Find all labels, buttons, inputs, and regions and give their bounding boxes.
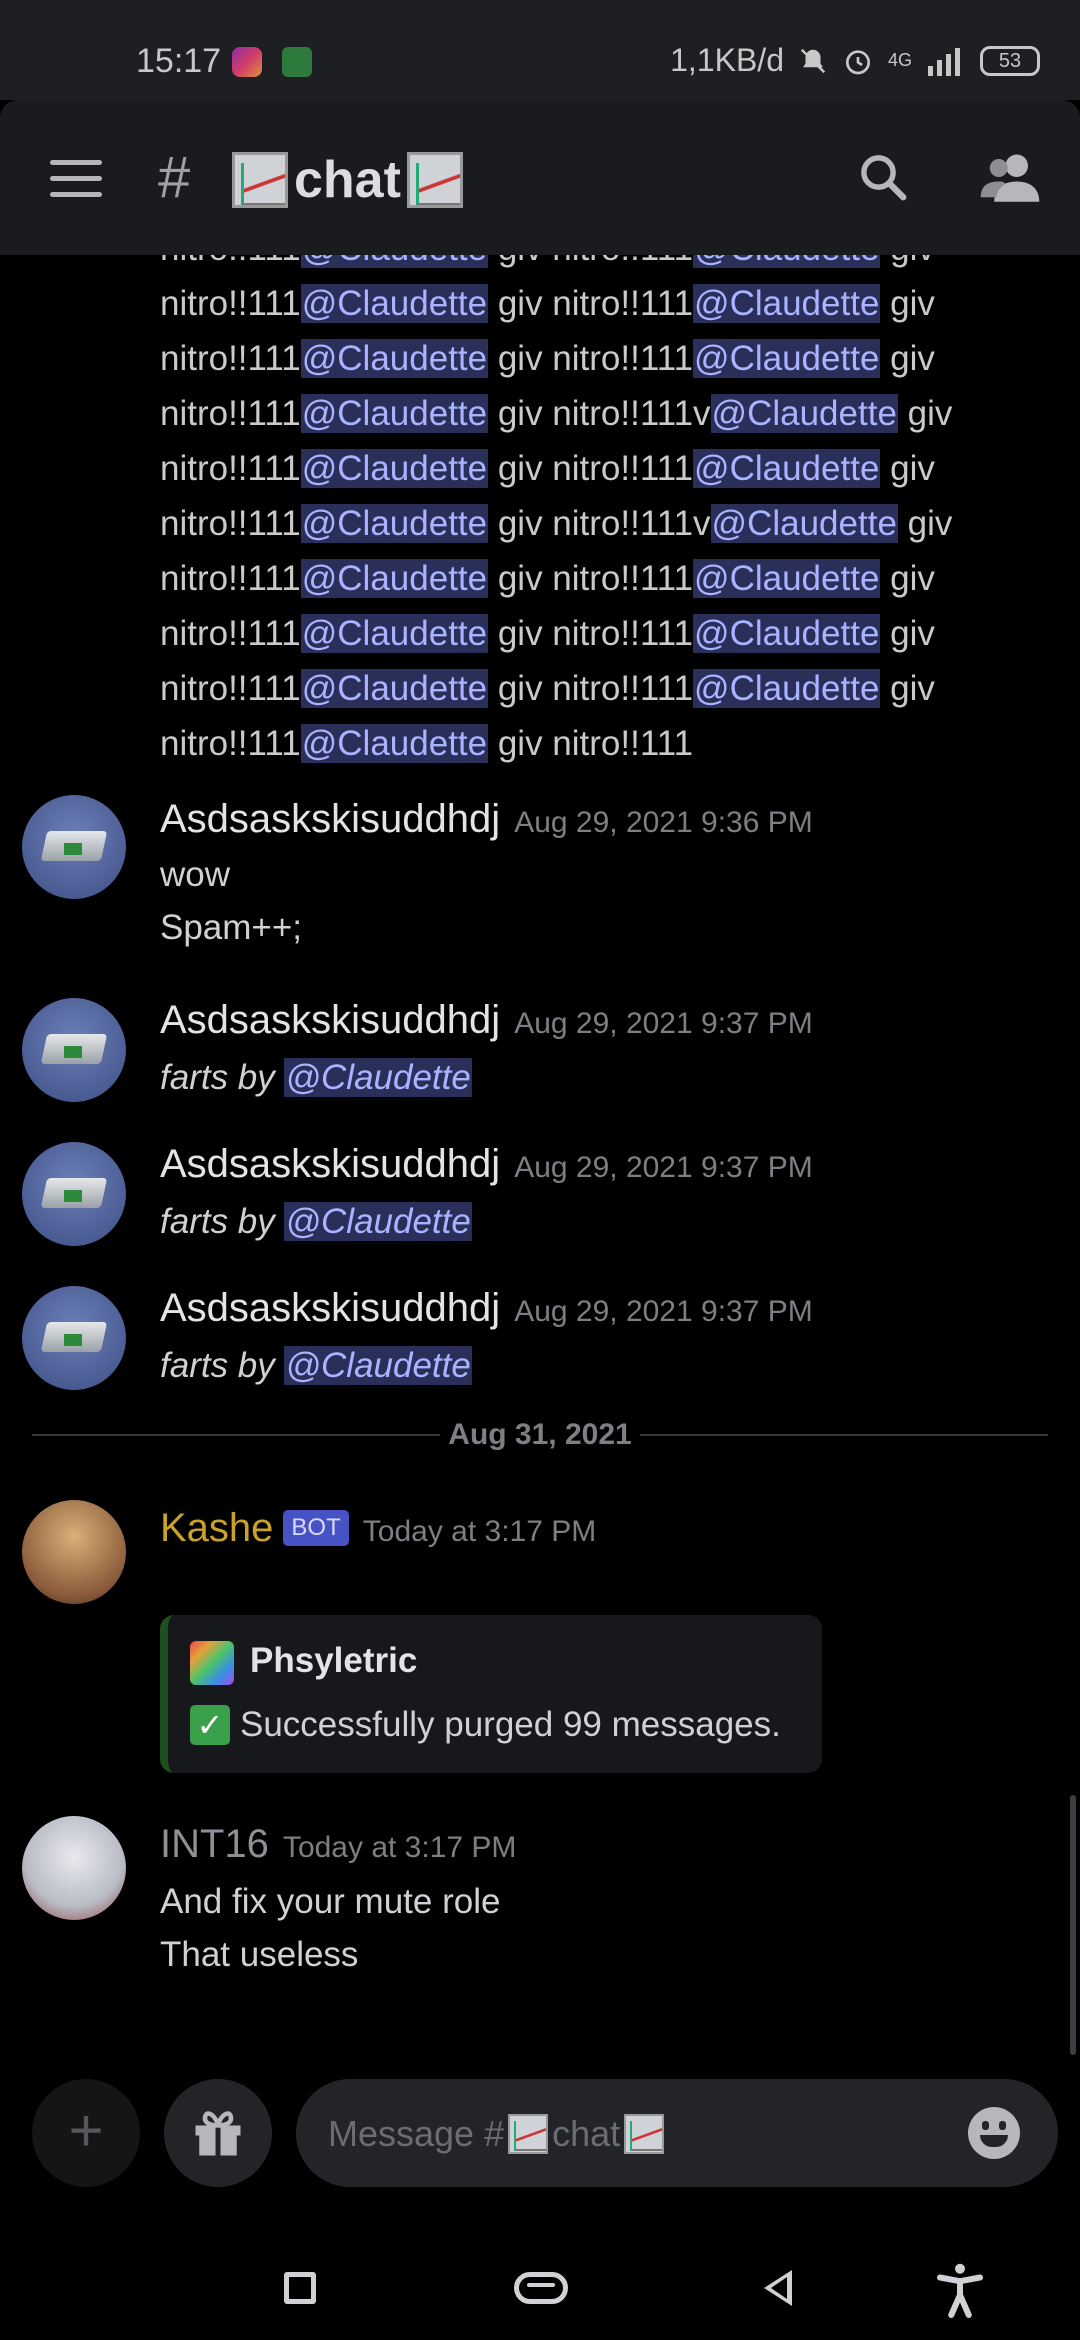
spam-line: nitro!!111@Claudette giv nitro!!111@Clau… bbox=[160, 669, 935, 708]
mute-icon bbox=[800, 48, 826, 73]
message-author[interactable]: Asdsaskskisuddhdj Aug 29, 2021 9:36 PM bbox=[160, 797, 813, 842]
spam-line: nitro!!111@Claudette giv nitro!!111@Clau… bbox=[160, 284, 935, 323]
message-text: And fix your mute role bbox=[160, 1882, 501, 1921]
message-timestamp: Today at 3:17 PM bbox=[362, 1515, 597, 1548]
message-author[interactable]: INT16 Today at 3:17 PM bbox=[160, 1822, 516, 1867]
emoji-picker-icon[interactable] bbox=[968, 2107, 1020, 2159]
chart-decreasing-emoji bbox=[624, 2114, 665, 2154]
spam-line: nitro!!111@Claudette giv nitro!!111@Clau… bbox=[160, 255, 935, 269]
message-author[interactable]: Asdsaskskisuddhdj Aug 29, 2021 9:37 PM bbox=[160, 998, 813, 1043]
status-indicators: 1,1KB/d 4G 53 bbox=[670, 42, 1040, 79]
menu-icon[interactable] bbox=[50, 160, 102, 198]
message-text: Spam++; bbox=[160, 908, 303, 947]
message-composer: + Message # chat bbox=[0, 2065, 1080, 2200]
channel-title[interactable]: chat bbox=[232, 150, 463, 210]
network-speed: 1,1KB/d bbox=[670, 42, 784, 78]
message-timestamp: Aug 29, 2021 9:37 PM bbox=[514, 1151, 813, 1184]
message-timestamp: Aug 29, 2021 9:37 PM bbox=[514, 1295, 813, 1328]
embed-title: Phsyletric bbox=[250, 1641, 418, 1680]
accessibility-icon[interactable] bbox=[930, 2260, 990, 2320]
avatar[interactable] bbox=[22, 1142, 126, 1246]
spam-line: nitro!!111@Claudette giv nitro!!111 bbox=[160, 724, 694, 763]
check-mark-icon: ✓ bbox=[190, 1705, 230, 1745]
home-icon[interactable] bbox=[514, 2272, 568, 2304]
spam-line: nitro!!111@Claudette giv nitro!!111@Clau… bbox=[160, 559, 935, 598]
recent-apps-icon[interactable] bbox=[284, 2272, 316, 2304]
app-notification-icon bbox=[282, 47, 312, 77]
message-text: farts by @Claudette bbox=[160, 1346, 472, 1385]
message-timestamp: Aug 29, 2021 9:36 PM bbox=[514, 806, 813, 839]
bot-badge: BOT bbox=[283, 1510, 349, 1546]
signal-icon bbox=[928, 47, 960, 76]
members-icon[interactable] bbox=[980, 150, 1040, 204]
status-bar: 15:17 1,1KB/d 4G 53 bbox=[0, 0, 1080, 100]
message-placeholder: Message # chat bbox=[328, 2113, 665, 2155]
network-type: 4G bbox=[887, 50, 912, 70]
message-timestamp: Today at 3:17 PM bbox=[282, 1831, 517, 1864]
back-icon[interactable] bbox=[764, 2270, 792, 2306]
instagram-icon bbox=[232, 47, 262, 77]
channel-hash-icon: # bbox=[158, 145, 191, 210]
battery-icon: 53 bbox=[980, 45, 1040, 76]
channel-name: chat bbox=[294, 151, 401, 209]
chart-decreasing-emoji bbox=[508, 2114, 549, 2154]
system-nav-bar bbox=[0, 2200, 1080, 2340]
embed-author-icon bbox=[190, 1641, 234, 1685]
message-text: wow bbox=[160, 855, 231, 894]
search-icon[interactable] bbox=[856, 150, 910, 204]
date-divider: Aug 31, 2021 bbox=[440, 1418, 640, 1452]
user-mention[interactable]: @Claudette bbox=[284, 1058, 472, 1097]
alarm-icon bbox=[845, 49, 870, 74]
message-author[interactable]: Kashe BOT Today at 3:17 PM bbox=[160, 1506, 596, 1551]
message-text: farts by @Claudette bbox=[160, 1058, 472, 1097]
scrollbar[interactable] bbox=[1070, 1795, 1076, 2055]
avatar[interactable] bbox=[22, 1286, 126, 1390]
user-mention[interactable]: @Claudette bbox=[284, 1346, 472, 1385]
spam-line: nitro!!111@Claudette giv nitro!!111@Clau… bbox=[160, 339, 935, 378]
avatar[interactable] bbox=[22, 795, 126, 899]
status-time: 15:17 bbox=[136, 42, 222, 80]
gift-button[interactable] bbox=[164, 2079, 272, 2187]
channel-header: # chat bbox=[0, 100, 1080, 255]
message-author[interactable]: Asdsaskskisuddhdj Aug 29, 2021 9:37 PM bbox=[160, 1142, 813, 1187]
embed: Phsyletric ✓ Successfully purged 99 mess… bbox=[160, 1615, 822, 1773]
message-list[interactable]: nitro!!111@Claudette giv nitro!!111 @Clau… bbox=[0, 255, 1080, 2065]
add-attachment-button[interactable]: + bbox=[32, 2079, 140, 2187]
message-input[interactable]: Message # chat bbox=[296, 2079, 1058, 2187]
message-timestamp: Aug 29, 2021 9:37 PM bbox=[514, 1007, 813, 1040]
chart-decreasing-emoji bbox=[406, 152, 463, 208]
embed-description: ✓ Successfully purged 99 messages. bbox=[190, 1705, 781, 1745]
chart-decreasing-emoji bbox=[232, 152, 288, 208]
spam-line: nitro!!111@Claudette giv nitro!!111v@Cla… bbox=[160, 394, 953, 433]
gift-icon bbox=[195, 2111, 241, 2156]
spam-line: nitro!!111@Claudette giv nitro!!111@Clau… bbox=[160, 449, 935, 488]
avatar[interactable] bbox=[22, 1816, 126, 1920]
user-mention[interactable]: @Claudette bbox=[284, 1202, 472, 1241]
spam-line: nitro!!111@Claudette giv nitro!!111v@Cla… bbox=[160, 504, 953, 543]
avatar[interactable] bbox=[22, 1500, 126, 1604]
message-text: That useless bbox=[160, 1935, 359, 1974]
message-author[interactable]: Asdsaskskisuddhdj Aug 29, 2021 9:37 PM bbox=[160, 1286, 813, 1331]
message-text: farts by @Claudette bbox=[160, 1202, 472, 1241]
spam-line: nitro!!111@Claudette giv nitro!!111@Clau… bbox=[160, 614, 935, 653]
avatar[interactable] bbox=[22, 998, 126, 1102]
